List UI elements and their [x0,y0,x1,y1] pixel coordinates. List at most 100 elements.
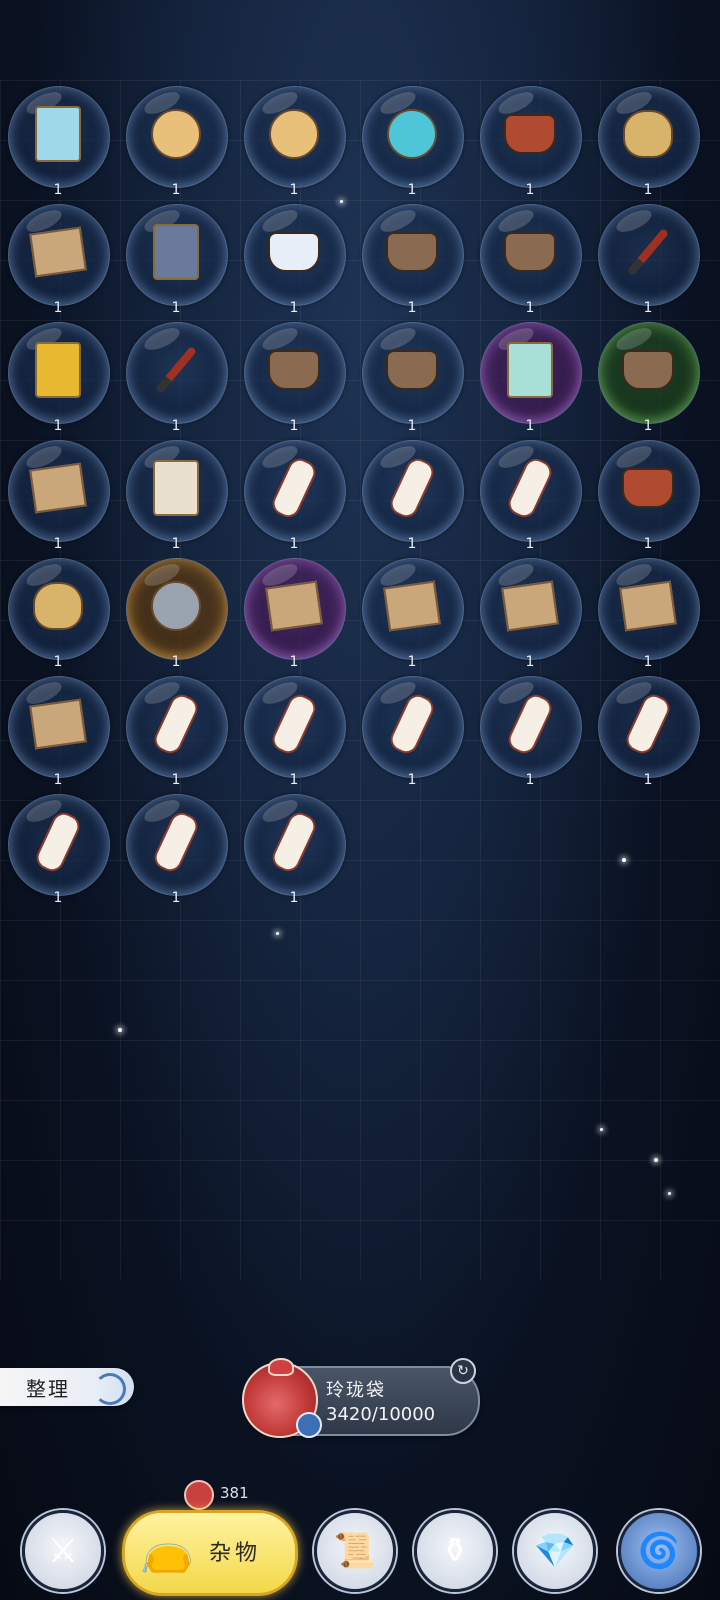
inventory-slot[interactable]: 1 [358,436,466,552]
inventory-slot[interactable]: 1 [122,790,230,906]
wine-jar-icon [620,460,676,516]
inventory-slot[interactable]: 1 [476,672,584,788]
inventory-slot[interactable]: 1 [4,318,112,434]
potion-icon: ⚱ [440,1531,470,1571]
sword-icon: ⚔ [47,1531,79,1571]
item-quantity: 1 [171,536,181,552]
book-envelope-icon [383,578,441,634]
inventory-slot[interactable]: 1 [4,436,112,552]
bronze-cauldron-icon [266,342,322,398]
item-quantity: 1 [53,300,63,316]
inventory-slot[interactable]: 1 [358,672,466,788]
inventory-slot[interactable]: 1 [476,318,584,434]
refresh-icon[interactable]: ↻ [450,1358,476,1384]
item-quantity: 1 [171,772,181,788]
inventory-slot[interactable]: 1 [358,554,466,670]
inventory-slot[interactable]: 1 [594,82,702,198]
tab-materials[interactable]: 💎 [514,1510,596,1592]
star-sparkle [668,1192,671,1195]
item-quantity: 1 [407,772,417,788]
inventory-slot[interactable]: 1 [476,554,584,670]
star-sparkle [600,1128,603,1131]
inventory-slot[interactable]: 1 [594,318,702,434]
item-quantity: 1 [289,300,299,316]
inventory-slot[interactable]: 1 [358,200,466,316]
inventory-slot[interactable]: 1 [240,200,348,316]
book-envelope-icon [29,696,87,752]
item-quantity: 1 [643,536,653,552]
sort-button[interactable]: 整理 [0,1368,134,1406]
item-quantity: 1 [171,654,181,670]
star-sparkle [622,858,626,862]
inventory-slot[interactable]: 1 [594,672,702,788]
jade-pendant-icon [148,106,204,162]
inventory-slot[interactable]: 1 [240,318,348,434]
item-quantity: 1 [53,536,63,552]
inventory-slot[interactable]: 1 [122,318,230,434]
brush-icon [620,224,676,280]
inventory-slot[interactable]: 1 [4,82,112,198]
inventory-slot[interactable]: 1 [594,436,702,552]
item-quantity: 1 [53,890,63,906]
crystal-mirror-icon [384,106,440,162]
inventory-slot[interactable]: 1 [476,200,584,316]
teapot-icon [384,342,440,398]
tab-misc-label: 杂物 [209,1541,262,1566]
star-sparkle [654,1158,658,1162]
swirl-icon [94,1373,126,1405]
inventory-slot[interactable]: 1 [122,436,230,552]
inventory-slot[interactable]: 1 [476,82,584,198]
porcelain-vase-icon [266,224,322,280]
inventory-slot[interactable]: 1 [4,200,112,316]
item-quantity: 1 [289,182,299,198]
crystal-icon: 💎 [533,1531,577,1571]
misc-bag-icon: 👝 [139,1524,195,1575]
inventory-slot[interactable]: 1 [122,554,230,670]
item-quantity: 1 [171,418,181,434]
inventory-slot[interactable]: 1 [240,554,348,670]
camellia-tag-icon [266,808,322,876]
inventory-slot[interactable]: 1 [4,672,112,788]
inventory-slot[interactable]: 1 [476,436,584,552]
brush-icon [148,342,204,398]
cloth-bag-icon [30,578,86,634]
plum-blossom-tag-icon [266,454,322,522]
tab-books[interactable]: 📜 [314,1510,396,1592]
bag-badge-icon [296,1412,322,1438]
inventory-slot[interactable]: 1 [594,554,702,670]
rain-talisman-icon [30,106,86,162]
tab-consumables[interactable]: ⚱ [414,1510,496,1592]
inventory-slot[interactable]: 1 [122,200,230,316]
swirl-icon: 🌀 [637,1531,681,1571]
inventory-slot[interactable]: 1 [240,82,348,198]
item-quantity: 1 [171,182,181,198]
tab-special[interactable]: 🌀 [618,1510,700,1592]
gear-icon [148,578,204,634]
tab-equipment[interactable]: ⚔ [22,1510,104,1592]
inventory-slot[interactable]: 1 [594,200,702,316]
inventory-slot[interactable]: 1 [122,82,230,198]
item-quantity: 1 [407,536,417,552]
item-quantity: 1 [525,536,535,552]
star-sparkle [118,1028,122,1032]
bag-capacity-panel[interactable]: 玲珑袋 3420/10000 ↻ [242,1358,480,1438]
inventory-slot[interactable]: 1 [122,672,230,788]
inventory-slot[interactable]: 1 [240,790,348,906]
inventory-slot[interactable]: 1 [240,436,348,552]
book-envelope-icon [501,578,559,634]
inventory-slot[interactable]: 1 [4,554,112,670]
item-quantity: 1 [53,654,63,670]
item-quantity: 1 [289,654,299,670]
item-quantity: 1 [525,772,535,788]
tab-misc[interactable]: 👝 杂物 [122,1510,298,1596]
item-quantity: 1 [171,890,181,906]
book-envelope-icon [619,578,677,634]
book-icon: 📜 [333,1531,377,1571]
inventory-slot[interactable]: 1 [240,672,348,788]
inventory-slot[interactable]: 1 [4,790,112,906]
item-quantity: 1 [53,182,63,198]
osmanthus-tag-icon [30,808,86,876]
inventory-slot[interactable]: 1 [358,82,466,198]
inventory-slot[interactable]: 1 [358,318,466,434]
bronze-cauldron-icon [502,224,558,280]
